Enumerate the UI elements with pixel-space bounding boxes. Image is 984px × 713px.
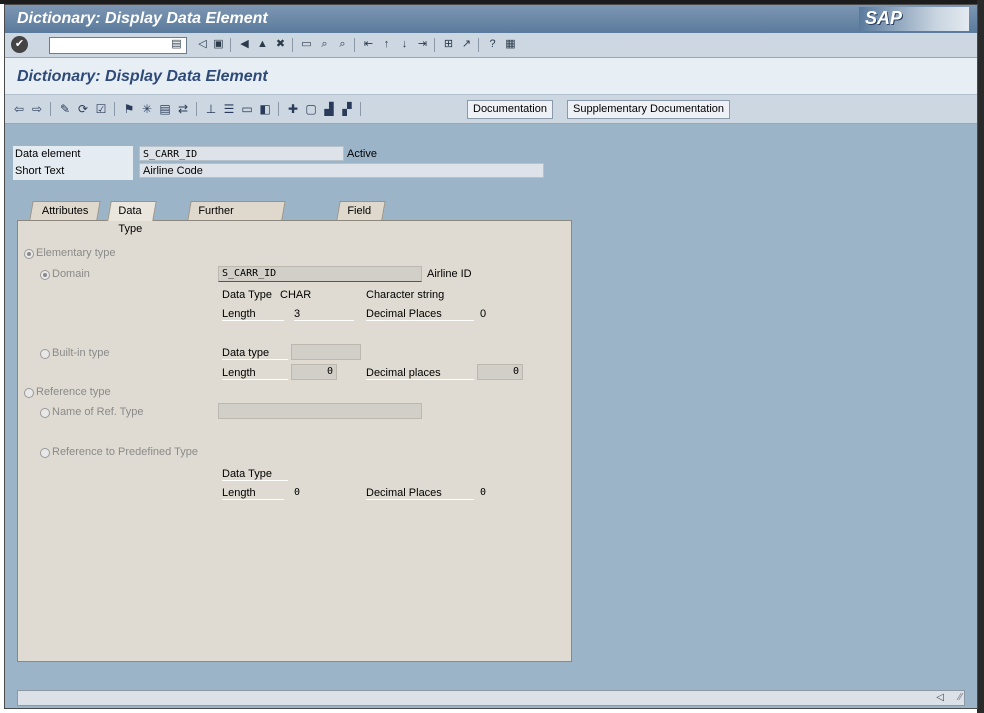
ref-predefined-type-radio[interactable] — [40, 448, 50, 458]
reference-type-label: Reference type — [36, 386, 111, 398]
builtin-decimal-places-field[interactable]: 0 — [477, 364, 523, 380]
title-bar: Dictionary: Display Data Element SAP — [5, 5, 977, 33]
ref-length-value: 0 — [294, 487, 301, 498]
next-object-icon[interactable]: ⇨ — [29, 101, 45, 117]
elementary-type-radio[interactable] — [24, 249, 34, 259]
system-toolbar: ✔ ▤ ◁ ▣ ◀ ▲ ✖ ▭ ⌕ ⌕ ⇤ ↑ ↓ ⇥ ⊞ ↗ ? ▦ — [5, 33, 977, 58]
app-title: Dictionary: Display Data Element — [17, 68, 268, 85]
status-expand-icon[interactable]: ◁ — [936, 692, 944, 703]
ref-decimal-places-value: 0 — [480, 487, 487, 498]
decimal-places-value: 0 — [480, 308, 487, 320]
first-page-icon[interactable]: ⇤ — [361, 37, 376, 52]
back-icon[interactable]: ◀ — [237, 37, 252, 52]
status-text: Active — [347, 148, 377, 160]
documentation-button[interactable]: Documentation — [467, 100, 553, 119]
elementary-type-label: Elementary type — [36, 247, 116, 259]
data-type-description: Character string — [366, 289, 445, 301]
exit-icon[interactable]: ▲ — [255, 37, 270, 52]
data-element-field[interactable]: S_CARR_ID — [139, 146, 344, 161]
right-border — [977, 0, 984, 713]
check-icon[interactable]: ☑ — [93, 101, 109, 117]
length-label: Length — [222, 308, 284, 321]
tab-attributes[interactable]: Attributes — [29, 201, 102, 220]
navigate-icon[interactable]: ⇄ — [175, 101, 191, 117]
other-object-icon[interactable]: ⟳ — [75, 101, 91, 117]
where-used-icon[interactable]: ✳ — [139, 101, 155, 117]
name-of-ref-type-field[interactable] — [218, 403, 422, 419]
command-field[interactable] — [49, 37, 187, 54]
builtin-length-label: Length — [222, 367, 288, 380]
builtin-length-field[interactable]: 0 — [291, 364, 337, 380]
domain-field[interactable]: S_CARR_ID — [218, 266, 422, 282]
append-icon[interactable]: ▟ — [321, 101, 337, 117]
shortcut-icon[interactable]: ↗ — [459, 37, 474, 52]
length-value: 3 — [294, 308, 354, 321]
prev-page-icon[interactable]: ↑ — [379, 37, 394, 52]
name-of-ref-type-radio[interactable] — [40, 408, 50, 418]
prev-object-icon[interactable]: ⇦ — [11, 101, 27, 117]
builtin-type-label: Built-in type — [52, 347, 110, 359]
name-of-ref-type-label: Name of Ref. Type — [52, 406, 144, 418]
insert-icon[interactable]: ▞ — [339, 101, 355, 117]
resize-grip-icon[interactable]: ⁄⁄ — [959, 692, 962, 703]
find-icon[interactable]: ⌕ — [317, 37, 332, 52]
new-session-icon[interactable]: ⊞ — [441, 37, 456, 52]
ref-decimal-places-label: Decimal Places — [366, 487, 474, 500]
builtin-type-radio[interactable] — [40, 349, 50, 359]
display-change-icon[interactable]: ✎ — [57, 101, 73, 117]
tab-field-label[interactable]: Field label — [336, 201, 386, 235]
save-icon[interactable]: ▣ — [211, 37, 226, 52]
new-window-icon[interactable]: ▢ — [303, 101, 319, 117]
next-page-icon[interactable]: ↓ — [397, 37, 412, 52]
application-title-bar: Dictionary: Display Data Element — [5, 58, 977, 95]
last-page-icon[interactable]: ⇥ — [415, 37, 430, 52]
builtin-data-type-field[interactable] — [291, 344, 361, 360]
short-text-field[interactable]: Airline Code — [139, 163, 544, 178]
domain-label: Domain — [52, 268, 90, 280]
display-object-list-icon[interactable]: ▤ — [157, 101, 173, 117]
data-type-value: CHAR — [280, 289, 312, 301]
activate-icon[interactable]: ⚑ — [121, 101, 137, 117]
supplementary-documentation-button[interactable]: Supplementary Documentation — [567, 100, 731, 119]
data-type-label: Data Type — [222, 289, 272, 301]
domain-radio[interactable] — [40, 270, 50, 280]
ref-length-label: Length — [222, 487, 284, 500]
tab-data-type[interactable]: Data Type — [107, 201, 157, 235]
window-title: Dictionary: Display Data Element — [17, 10, 268, 27]
status-bar: ◁ ⁄⁄ — [17, 690, 965, 706]
builtin-data-type-label: Data type — [222, 347, 288, 360]
hierarchy-icon[interactable]: ⊥ — [203, 101, 219, 117]
domain-description: Airline ID — [427, 268, 472, 280]
tab-further-characteristics[interactable]: Further Characteristics — [187, 201, 286, 235]
help-icon[interactable]: ? — [485, 37, 500, 52]
back-arrow-icon[interactable]: ◁ — [195, 37, 210, 52]
main-content: Data element S_CARR_ID Active Short Text… — [5, 124, 977, 684]
data-type-panel: Elementary type Domain S_CARR_ID Airline… — [17, 220, 572, 662]
print-icon[interactable]: ▭ — [299, 37, 314, 52]
expand-icon[interactable]: ✚ — [285, 101, 301, 117]
sap-logo: SAP — [859, 7, 969, 31]
sap-window: Dictionary: Display Data Element SAP ✔ ▤… — [4, 4, 978, 709]
builtin-decimal-places-label: Decimal places — [366, 367, 474, 380]
table-icon[interactable]: ☰ — [221, 101, 237, 117]
decimal-places-label: Decimal Places — [366, 308, 474, 321]
layout-icon[interactable]: ▦ — [503, 37, 518, 52]
command-history-icon[interactable]: ▤ — [169, 37, 184, 52]
short-text-label: Short Text — [15, 165, 65, 177]
ref-data-type-label: Data Type — [222, 468, 288, 481]
find-next-icon[interactable]: ⌕ — [335, 37, 350, 52]
ref-predefined-type-label: Reference to Predefined Type — [52, 446, 198, 458]
reference-type-radio[interactable] — [24, 388, 34, 398]
window-icon[interactable]: ▭ — [239, 101, 255, 117]
ok-icon[interactable]: ✔ — [11, 36, 28, 53]
info-icon[interactable]: ◧ — [257, 101, 273, 117]
data-element-label: Data element — [15, 148, 81, 160]
cancel-icon[interactable]: ✖ — [273, 37, 288, 52]
application-toolbar: ⇦ ⇨ ✎ ⟳ ☑ ⚑ ✳ ▤ ⇄ ⊥ ☰ ▭ ◧ ✚ ▢ ▟ ▞ Docume… — [5, 95, 977, 124]
